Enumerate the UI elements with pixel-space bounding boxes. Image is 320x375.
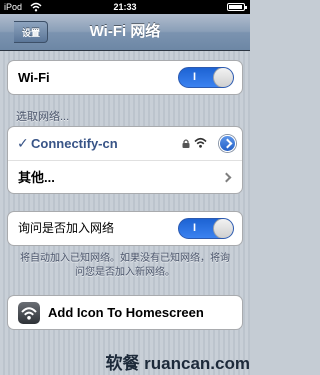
toggle-knob: [213, 219, 233, 238]
chevron-right-icon: [221, 172, 232, 183]
wifi-strength-icon: [194, 137, 207, 148]
choose-network-header: 选取网络...: [16, 111, 70, 123]
site-watermark: 软餐 ruancan.com: [105, 354, 250, 373]
wifi-toggle[interactable]: I: [178, 67, 234, 88]
ask-join-footnote: 将自动加入已知网络。如果没有已知网络，将询问您是否加入新网络。: [20, 253, 230, 278]
clock: 21:33: [113, 2, 137, 12]
battery-icon: [227, 3, 247, 11]
wifi-app-icon: [18, 302, 40, 324]
homescreen-group: Add Icon To Homescreen: [7, 295, 243, 330]
networks-group: ✓ Connectify-cn 其他...: [7, 126, 243, 194]
wifi-group: Wi-Fi I: [7, 60, 243, 95]
wifi-row: Wi-Fi I: [8, 61, 242, 94]
ask-join-toggle-state: I: [193, 222, 197, 234]
network-row-connectify[interactable]: ✓ Connectify-cn: [8, 127, 242, 160]
add-icon-label: Add Icon To Homescreen: [48, 305, 204, 320]
checkmark-icon: ✓: [17, 135, 29, 151]
ask-join-toggle[interactable]: I: [178, 218, 234, 239]
toggle-knob: [213, 68, 233, 87]
wifi-toggle-state: I: [193, 71, 197, 83]
other-network-label: 其他...: [18, 170, 55, 185]
ask-join-label: 询问是否加入网络: [18, 221, 115, 235]
ask-join-row: 询问是否加入网络 I: [8, 212, 242, 245]
wifi-label: Wi-Fi: [18, 70, 50, 85]
network-row-other[interactable]: 其他...: [8, 160, 242, 193]
lock-icon: [182, 139, 190, 148]
ask-join-group: 询问是否加入网络 I: [7, 211, 243, 246]
add-icon-row[interactable]: Add Icon To Homescreen: [8, 296, 242, 329]
back-button[interactable]: 设置: [14, 21, 49, 43]
detail-disclosure-button[interactable]: [219, 135, 236, 152]
status-bar: iPod 21:33: [0, 0, 250, 14]
back-button-label: 设置: [22, 28, 41, 38]
navigation-bar: Wi-Fi 网络 设置: [0, 14, 250, 51]
network-name: Connectify-cn: [31, 136, 118, 151]
